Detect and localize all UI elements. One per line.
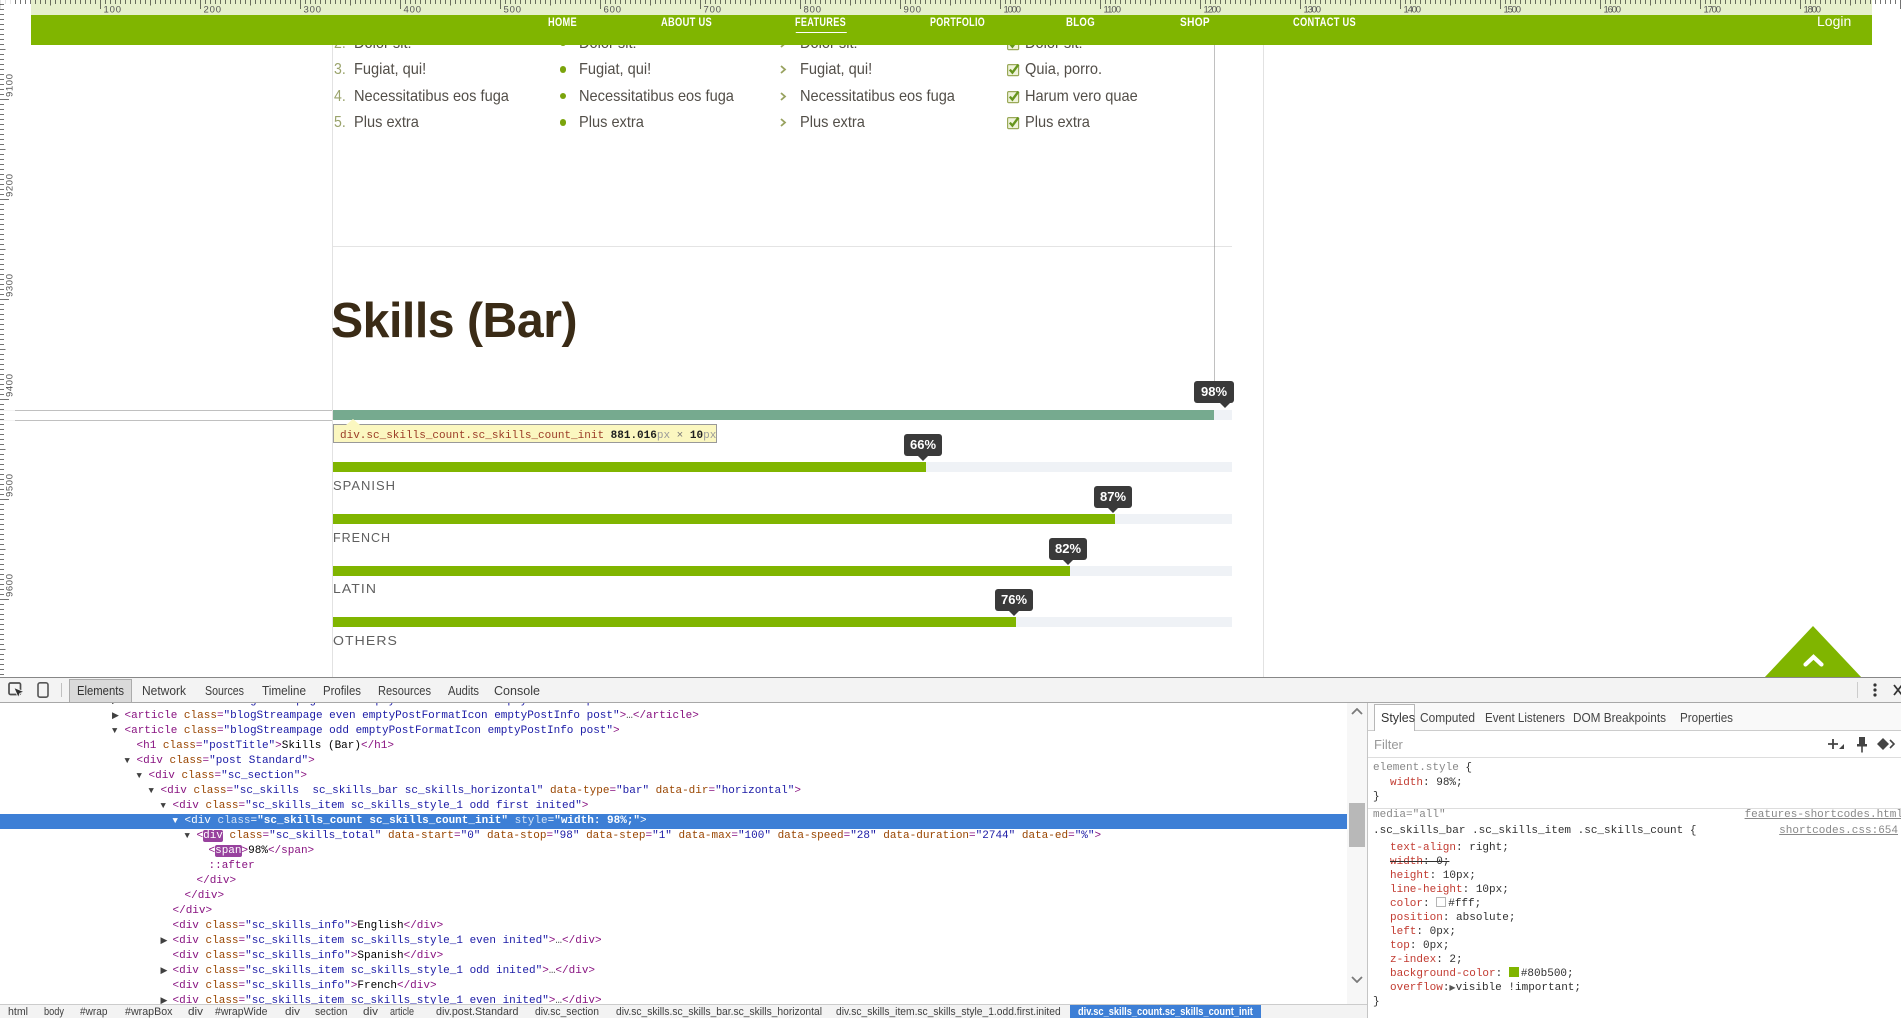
svg-text:800: 800 <box>804 5 822 16</box>
svg-text:9600: 9600 <box>5 574 16 597</box>
svg-text:9300: 9300 <box>5 274 16 297</box>
svg-text:1100: 1100 <box>1104 5 1122 16</box>
svg-text:700: 700 <box>704 5 722 16</box>
svg-text:400: 400 <box>404 5 422 16</box>
svg-text:9200: 9200 <box>5 174 16 197</box>
svg-text:9400: 9400 <box>5 374 16 397</box>
svg-text:100: 100 <box>104 5 122 16</box>
svg-text:9500: 9500 <box>5 474 16 497</box>
svg-text:1200: 1200 <box>1204 5 1222 16</box>
svg-text:1500: 1500 <box>1504 5 1522 16</box>
svg-text:1600: 1600 <box>1604 5 1622 16</box>
svg-text:1000: 1000 <box>1004 5 1022 16</box>
svg-text:300: 300 <box>304 5 322 16</box>
svg-text:1400: 1400 <box>1404 5 1422 16</box>
svg-text:600: 600 <box>604 5 622 16</box>
svg-text:1700: 1700 <box>1704 5 1722 16</box>
svg-text:9100: 9100 <box>5 74 16 97</box>
svg-text:200: 200 <box>204 5 222 16</box>
svg-text:500: 500 <box>504 5 522 16</box>
svg-text:1300: 1300 <box>1304 5 1322 16</box>
svg-text:900: 900 <box>904 5 922 16</box>
svg-text:1800: 1800 <box>1804 5 1822 16</box>
